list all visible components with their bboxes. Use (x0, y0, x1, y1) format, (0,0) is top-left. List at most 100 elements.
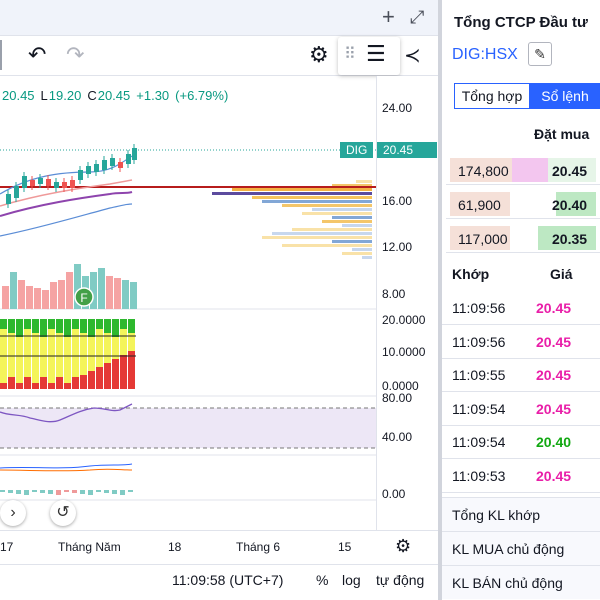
volume-profile-bar (212, 192, 372, 195)
candle-body (126, 154, 131, 164)
osc1-green (64, 319, 71, 337)
volume-profile-bar (342, 252, 372, 255)
match-row[interactable]: 11:09:54 20.40 (442, 426, 600, 459)
volume-bar (122, 280, 129, 309)
share-icon[interactable]: ≺ (404, 44, 421, 68)
bid-row[interactable]: 61,900 20.40 (446, 189, 600, 219)
osc1-green (56, 319, 63, 333)
bid-row[interactable]: 174,800 20.45 (446, 155, 600, 185)
price-tick-label: 10.0000 (382, 345, 426, 359)
osc1-red (80, 375, 87, 389)
match-time: 11:09:56 (452, 333, 506, 350)
percent-toggle[interactable]: % (316, 572, 328, 588)
summary-row[interactable]: KL BÁN chủ động (442, 565, 600, 599)
volume-profile-bar (312, 208, 372, 211)
macd-histogram-bar (0, 490, 5, 492)
add-icon[interactable]: + (382, 6, 395, 28)
match-row[interactable]: 11:09:54 20.45 (442, 393, 600, 426)
osc1-green (72, 319, 79, 329)
top-strip: + ⤢ (0, 0, 438, 36)
bid-row[interactable]: 117,000 20.35 (446, 223, 600, 253)
volume-bar (34, 288, 41, 309)
macd-line (0, 463, 133, 469)
match-time: 11:09:54 (452, 400, 506, 417)
match-price: 20.40 (536, 434, 572, 450)
match-time-header: Khớp (452, 266, 490, 282)
candle-body (14, 186, 19, 198)
candle-body (54, 182, 59, 188)
match-time: 11:09:55 (452, 367, 506, 383)
ticker-symbol[interactable]: DIG:HSX (452, 46, 518, 64)
price-tick-label: 80.00 (382, 391, 413, 405)
last-price-tag: 20.45 (377, 142, 437, 158)
volume-profile-bar (302, 212, 372, 215)
time-tick-label: Tháng 6 (236, 540, 281, 554)
indicator-marker-label: F (80, 291, 87, 305)
macd-histogram-bar (72, 490, 77, 493)
tab-order-book[interactable]: Sổ lệnh (530, 83, 600, 109)
osc1-area (0, 319, 7, 389)
match-row[interactable]: 11:09:56 20.45 (442, 292, 600, 325)
lower-band (0, 203, 133, 237)
reset-chart-button[interactable]: ↺ (50, 500, 76, 526)
menu-icon[interactable]: ☰ (366, 42, 386, 66)
volume-profile-bar (272, 232, 372, 235)
osc1-green (48, 319, 55, 329)
fullscreen-icon[interactable]: ⤢ (410, 6, 424, 28)
osc1-green (88, 319, 95, 337)
bid-volume: 61,900 (458, 197, 501, 213)
macd-histogram-bar (8, 490, 13, 493)
macd-histogram-bar (56, 490, 61, 495)
settings-icon[interactable]: ⚙ (309, 43, 329, 67)
osc1-red (8, 377, 15, 389)
osc1-red (96, 367, 103, 389)
candle-body (22, 176, 27, 188)
candle-body (46, 179, 51, 186)
macd-histogram-bar (112, 490, 117, 494)
price-tick-label: 8.00 (382, 287, 406, 301)
volume-profile-bar (232, 188, 372, 191)
osc1-red (72, 377, 79, 389)
osc1-red (112, 359, 119, 389)
match-row[interactable]: 11:09:53 20.45 (442, 460, 600, 493)
match-price: 20.45 (536, 400, 572, 417)
volume-profile-bar (262, 236, 372, 239)
time-tick-label: 18 (168, 540, 182, 554)
price-tick-label: 40.00 (382, 430, 413, 444)
macd-histogram-bar (96, 490, 101, 492)
log-toggle[interactable]: log (342, 572, 361, 588)
redo-icon[interactable]: ↷ (66, 43, 84, 67)
candle-body (70, 180, 75, 188)
price-tick-label: 0.00 (382, 487, 406, 501)
time-tick-label: 15 (338, 540, 352, 554)
osc1-green (0, 319, 7, 329)
auto-scale-toggle[interactable]: tự động (376, 572, 424, 588)
volume-bar (106, 276, 113, 309)
osc2-band (0, 408, 376, 448)
match-row[interactable]: 11:09:56 20.45 (442, 326, 600, 359)
summary-row[interactable]: Tổng KL khớp (442, 497, 600, 531)
volume-profile-bar (262, 200, 372, 203)
candle-body (94, 164, 99, 172)
tab-general[interactable]: Tổng hợp (454, 83, 530, 109)
chart-plot-area[interactable]: F (0, 76, 376, 530)
volume-profile-bar (352, 248, 372, 251)
volume-profile-bar (332, 240, 372, 243)
edit-symbol-button[interactable]: ✎ (528, 42, 552, 66)
macd-histogram-bar (88, 490, 93, 495)
volume-bar (98, 268, 105, 309)
candle-body (102, 160, 107, 170)
osc1-red (56, 377, 63, 389)
osc1-red (24, 377, 31, 389)
volume-bar (114, 278, 121, 309)
undo-icon[interactable]: ↶ (28, 43, 46, 67)
match-row[interactable]: 11:09:55 20.45 (442, 359, 600, 392)
macd-histogram-bar (128, 490, 133, 492)
grip-icon[interactable]: ⠿ (344, 43, 356, 67)
summary-row[interactable]: KL MUA chủ động (442, 531, 600, 565)
scroll-right-button[interactable]: › (0, 500, 26, 526)
match-price-header: Giá (550, 266, 573, 282)
volume-bar (130, 282, 137, 309)
osc1-area (48, 319, 55, 389)
axis-settings-icon[interactable]: ⚙ (395, 536, 411, 557)
